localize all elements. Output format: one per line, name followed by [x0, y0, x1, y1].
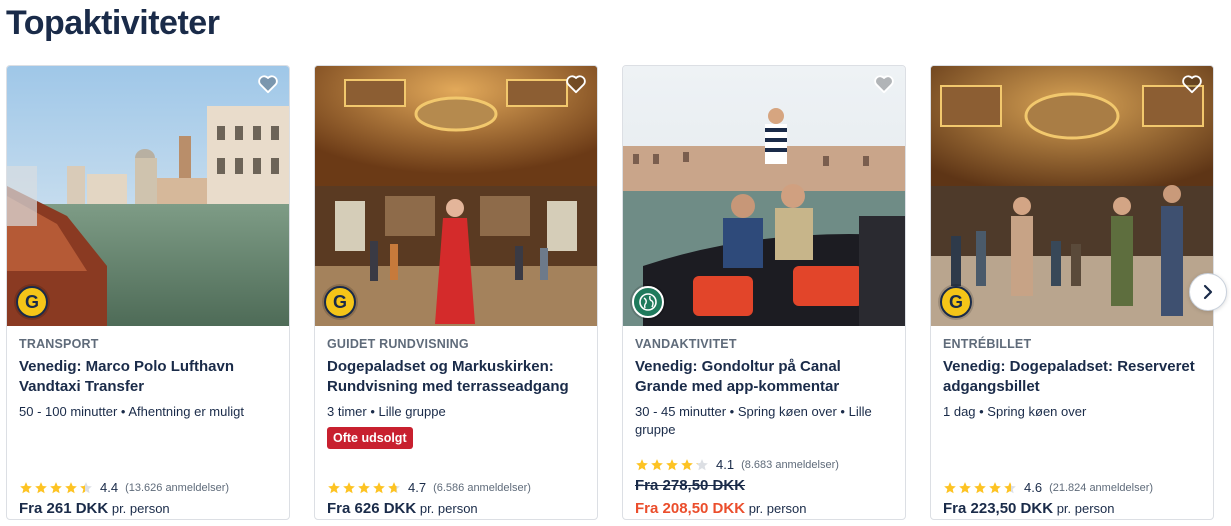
review-count: (21.824 anmeldelser) — [1049, 481, 1154, 494]
activity-meta: 30 - 45 minutter • Spring køen over • Li… — [635, 404, 872, 437]
getyourguide-badge: G — [16, 286, 48, 318]
getyourguide-badge: G — [324, 286, 356, 318]
price-prefix: Fra — [327, 500, 351, 517]
star-icon — [343, 481, 355, 493]
heart-outline-icon — [258, 75, 278, 94]
price-amount: 208,50 DKK — [662, 500, 746, 517]
price-prefix: Fra — [635, 500, 659, 517]
activity-carousel: G TRANSPORT Venedig: Marco Polo Lufthavn… — [6, 65, 1231, 520]
price-suffix: pr. person — [748, 501, 807, 516]
review-count: (13.626 anmeldelser) — [125, 481, 230, 494]
activity-category: GUIDET RUNDVISNING — [327, 337, 469, 351]
activity-card[interactable]: G ENTRÉBILLET Venedig: Dogepaladset: Res… — [930, 65, 1214, 520]
price-suffix: pr. person — [419, 501, 478, 516]
heart-outline-icon — [1182, 75, 1202, 94]
star-rating — [327, 481, 401, 495]
section-title: Topaktiviteter — [6, 4, 220, 42]
star-rating — [19, 481, 93, 495]
star-icon — [65, 481, 77, 493]
heart-outline-icon — [566, 75, 586, 94]
likely-to-sell-out-badge: Ofte udsolgt — [327, 426, 413, 449]
activity-category: ENTRÉBILLET — [943, 337, 1032, 351]
star-icon — [50, 481, 62, 493]
rating: 4.4 (13.626 anmeldelser) — [19, 480, 229, 495]
wishlist-button[interactable] — [1179, 72, 1205, 96]
review-count: (8.683 anmeldelser) — [741, 458, 839, 471]
activity-title[interactable]: Venedig: Marco Polo Lufthavn Vandtaxi Tr… — [19, 357, 277, 397]
doges-palace-hall-image — [931, 66, 1213, 326]
rating-score: 4.1 — [716, 457, 735, 472]
wishlist-button[interactable] — [871, 72, 897, 96]
doges-palace-image — [315, 66, 597, 326]
rating-score: 4.4 — [100, 480, 119, 495]
chevron-right-icon — [1203, 284, 1213, 300]
activity-photo[interactable]: G — [931, 66, 1213, 326]
star-icon — [373, 481, 385, 493]
price: Fra 626 DKK pr. person — [327, 500, 478, 517]
activity-title[interactable]: Venedig: Gondoltur på Canal Grande med a… — [635, 357, 893, 397]
star-icon — [959, 481, 971, 493]
star-icon — [20, 481, 32, 493]
star-icon — [666, 458, 678, 470]
price-suffix: pr. person — [111, 501, 170, 516]
rating-score: 4.6 — [1024, 480, 1043, 495]
gondola-image — [623, 66, 905, 326]
water-taxi-image — [7, 66, 289, 326]
price-amount: 261 DKK — [46, 500, 109, 517]
star-icon — [80, 481, 92, 493]
activity-photo[interactable]: G — [315, 66, 597, 326]
star-icon — [358, 481, 370, 493]
price-amount: 626 DKK — [354, 500, 417, 517]
star-icon — [388, 481, 400, 493]
price-prefix: Fra — [943, 500, 967, 517]
original-price: Fra 278,50 DKK — [635, 477, 746, 494]
heart-outline-icon — [874, 75, 894, 94]
activity-photo[interactable] — [623, 66, 905, 326]
rating-score: 4.7 — [408, 480, 427, 495]
star-icon — [989, 481, 1001, 493]
rating: 4.1 (8.683 anmeldelser) — [635, 457, 839, 472]
star-icon — [328, 481, 340, 493]
rating: 4.6 (21.824 anmeldelser) — [943, 480, 1153, 495]
star-icon — [974, 481, 986, 493]
price: Fra 261 DKK pr. person — [19, 500, 170, 517]
star-icon — [651, 458, 663, 470]
rating: 4.7 (6.586 anmeldelser) — [327, 480, 531, 495]
activity-meta: 1 dag • Spring køen over — [943, 404, 1087, 419]
carousel-next-button[interactable] — [1189, 273, 1227, 311]
eco-certified-badge — [632, 286, 664, 318]
activity-photo[interactable]: G — [7, 66, 289, 326]
activity-card[interactable]: G TRANSPORT Venedig: Marco Polo Lufthavn… — [6, 65, 290, 520]
price: Fra 208,50 DKK pr. person — [635, 500, 807, 517]
star-icon — [696, 458, 708, 470]
price-prefix: Fra — [19, 500, 43, 517]
price-suffix: pr. person — [1056, 501, 1115, 516]
wishlist-button[interactable] — [255, 72, 281, 96]
star-icon — [35, 481, 47, 493]
activity-meta: 3 timer • Lille gruppe — [327, 404, 446, 419]
star-icon — [1004, 481, 1016, 493]
globe-icon — [639, 293, 657, 311]
activity-card[interactable]: VANDAKTIVITET Venedig: Gondoltur på Cana… — [622, 65, 906, 520]
activity-meta: 50 - 100 minutter • Afhentning er muligt — [19, 404, 244, 419]
wishlist-button[interactable] — [563, 72, 589, 96]
getyourguide-badge: G — [940, 286, 972, 318]
activity-title[interactable]: Venedig: Dogepaladset: Reserveret adgang… — [943, 357, 1201, 397]
star-rating — [635, 458, 709, 472]
star-icon — [681, 458, 693, 470]
star-icon — [944, 481, 956, 493]
activity-title[interactable]: Dogepaladset og Markuskirken: Rundvisnin… — [327, 357, 585, 397]
activity-category: VANDAKTIVITET — [635, 337, 737, 351]
price-amount: 223,50 DKK — [970, 500, 1054, 517]
review-count: (6.586 anmeldelser) — [433, 481, 531, 494]
price: Fra 223,50 DKK pr. person — [943, 500, 1115, 517]
star-rating — [943, 481, 1017, 495]
activity-category: TRANSPORT — [19, 337, 99, 351]
activity-card[interactable]: G GUIDET RUNDVISNING Dogepaladset og Mar… — [314, 65, 598, 520]
star-icon — [636, 458, 648, 470]
